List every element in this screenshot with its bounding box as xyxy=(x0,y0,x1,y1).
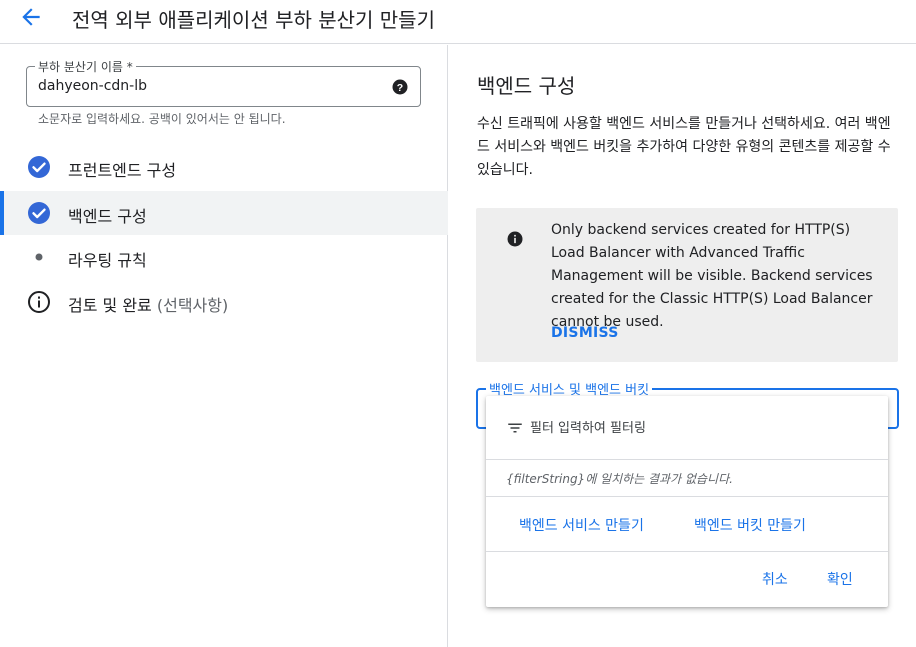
empty-result-row: {filterString}에 일치하는 결과가 없습니다. xyxy=(486,461,888,497)
dismiss-button[interactable]: DISMISS xyxy=(551,325,619,341)
step-review[interactable]: 검토 및 완료 (선택사항) xyxy=(0,280,448,324)
create-backend-bucket-button[interactable]: 백엔드 버킷 만들기 xyxy=(694,515,806,535)
info-icon xyxy=(507,231,523,247)
dot-icon xyxy=(35,253,43,261)
lb-name-hint: 소문자로 입력하세요. 공백이 있어서는 안 됩니다. xyxy=(38,112,286,126)
filter-row xyxy=(486,396,888,460)
cancel-button[interactable]: 취소 xyxy=(762,569,788,589)
svg-text:?: ? xyxy=(397,82,403,94)
page-header: 전역 외부 애플리케이션 부하 분산기 만들기 xyxy=(0,0,916,44)
help-icon[interactable]: ? xyxy=(391,78,409,96)
page-title: 전역 외부 애플리케이션 부하 분산기 만들기 xyxy=(72,8,435,32)
lb-name-field[interactable]: 부하 분산기 이름 * dahyeon-cdn-lb ? xyxy=(26,58,421,107)
section-description: 수신 트래픽에 사용할 백엔드 서비스를 만들거나 선택하세요. 여러 백엔드 … xyxy=(477,116,891,178)
check-circle-icon xyxy=(28,202,50,224)
create-backend-service-button[interactable]: 백엔드 서비스 만들기 xyxy=(519,515,644,535)
step-routing[interactable]: 라우팅 규칙 xyxy=(0,235,448,279)
lb-name-label: 부하 분산기 이름 * xyxy=(35,58,136,75)
empty-result-text: {filterString}에 일치하는 결과가 없습니다. xyxy=(506,472,733,486)
backend-dropdown: {filterString}에 일치하는 결과가 없습니다. 백엔드 서비스 만… xyxy=(486,396,888,607)
confirm-button[interactable]: 확인 xyxy=(827,569,853,589)
filter-input[interactable] xyxy=(530,416,860,440)
lb-name-value[interactable]: dahyeon-cdn-lb xyxy=(38,78,147,94)
info-banner-text: Only backend services created for HTTP(S… xyxy=(551,222,873,330)
info-outline-icon xyxy=(28,291,50,313)
step-label: 검토 및 완료 (선택사항) xyxy=(68,296,229,315)
section-title: 백엔드 구성 xyxy=(477,74,576,98)
step-label: 라우팅 규칙 xyxy=(68,251,147,270)
create-links-row: 백엔드 서비스 만들기 백엔드 버킷 만들기 xyxy=(486,498,888,552)
arrow-back-icon[interactable] xyxy=(18,4,44,30)
info-banner: Only backend services created for HTTP(S… xyxy=(476,208,898,362)
filter-icon xyxy=(508,423,522,433)
step-backend[interactable]: 백엔드 구성 xyxy=(0,191,448,235)
step-label: 백엔드 구성 xyxy=(68,207,147,226)
check-circle-icon xyxy=(28,156,50,178)
dropdown-actions: 취소 확인 xyxy=(486,553,888,607)
step-label: 프런트엔드 구성 xyxy=(68,161,177,180)
step-optional-label: (선택사항) xyxy=(156,296,229,315)
step-frontend[interactable]: 프런트엔드 구성 xyxy=(0,145,448,189)
steps-panel: 부하 분산기 이름 * dahyeon-cdn-lb ? 소문자로 입력하세요.… xyxy=(0,45,448,647)
